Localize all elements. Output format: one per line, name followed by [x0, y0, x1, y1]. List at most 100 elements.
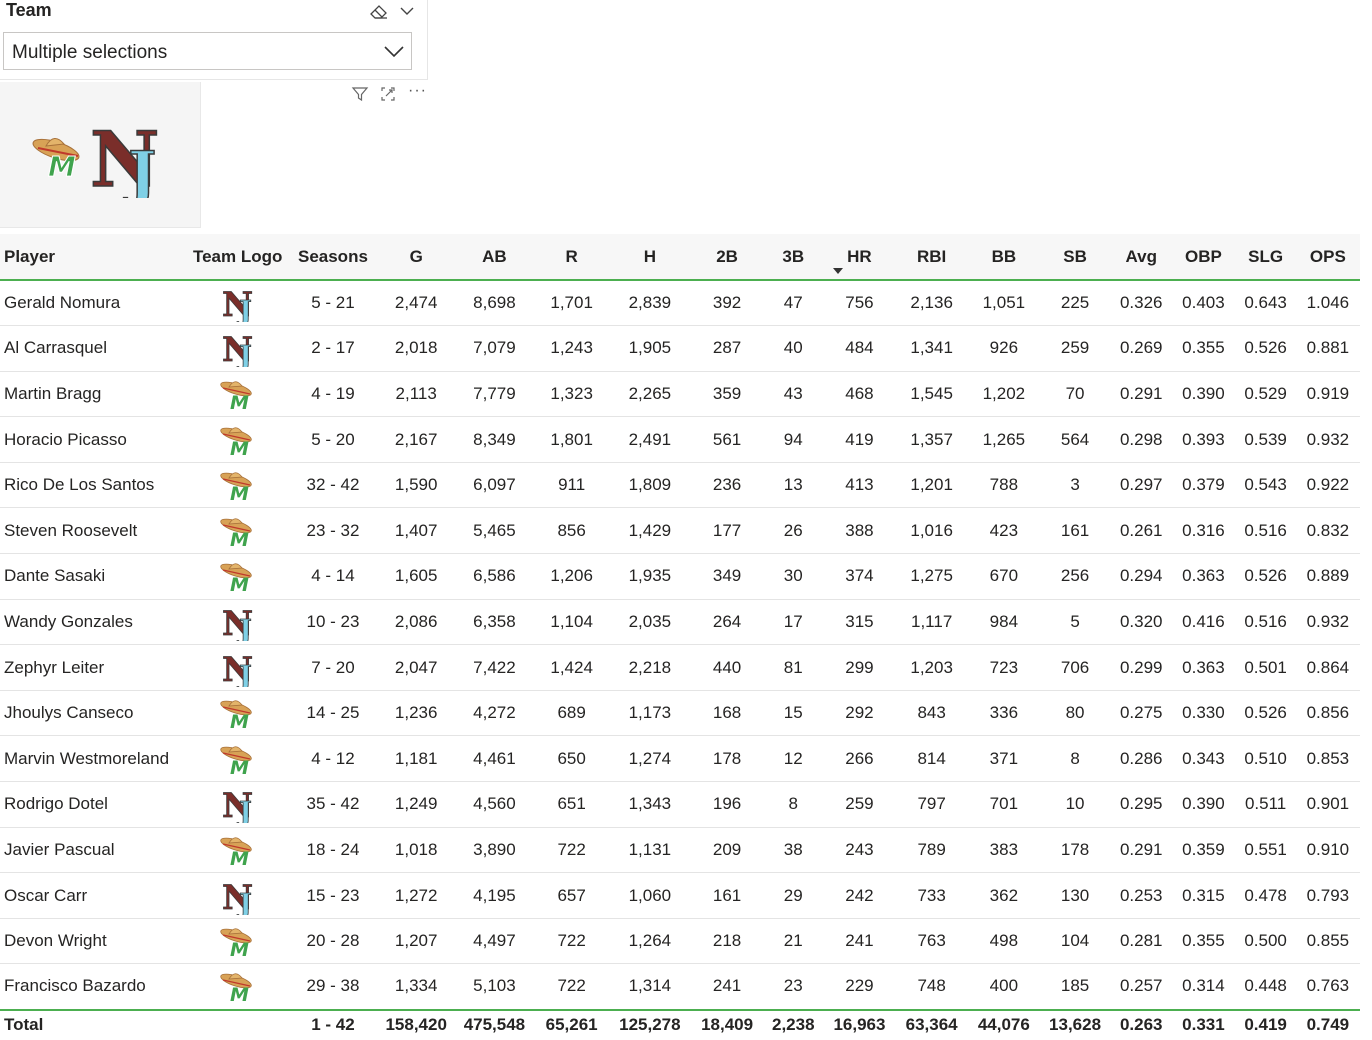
cell-ops: 0.793 [1295, 872, 1360, 919]
cell-player: Wandy Gonzales [0, 599, 189, 646]
team-logo-cell: M [188, 963, 287, 1010]
cell-b2: 287 [691, 325, 763, 372]
cell-sb: 564 [1038, 416, 1112, 463]
column-header-seasons[interactable]: Seasons [286, 234, 380, 281]
cell-b2: 392 [691, 280, 763, 327]
m-sombrero-team-logo: M [219, 426, 252, 457]
svg-text:M: M [230, 984, 249, 1003]
column-header-sb[interactable]: SB [1038, 234, 1112, 281]
cell-slg: 0.526 [1235, 553, 1296, 600]
cell-player: Rico De Los Santos [0, 462, 189, 509]
column-header-slg[interactable]: SLG [1235, 234, 1296, 281]
more-options-icon[interactable]: ··· [408, 82, 427, 100]
cell-ab: 5,103 [453, 963, 536, 1010]
column-header-3b[interactable]: 3B [762, 234, 825, 281]
cell-sb: 5 [1038, 599, 1112, 646]
column-header-player[interactable]: Player [0, 234, 189, 281]
total-r: 65,261 [535, 1008, 608, 1040]
column-header-g[interactable]: G [379, 234, 454, 281]
cell-hr: 259 [824, 781, 895, 828]
cell-b2: 561 [691, 416, 763, 463]
table-row[interactable]: Wandy Gonzales N J 10 - 23 2,086 6,358 1,104 2,… [0, 599, 1360, 646]
cell-obp: 0.379 [1171, 462, 1236, 509]
team-logo-cell: NJ [188, 280, 287, 327]
cell-player: Gerald Nomura [0, 280, 189, 327]
cell-g: 2,474 [379, 280, 454, 327]
cell-g: 2,113 [379, 371, 454, 418]
total-avg: 0.263 [1111, 1008, 1172, 1040]
nj-team-logo: NJ [221, 877, 253, 914]
team-logo-cell: M [188, 827, 287, 874]
cell-obp: 0.355 [1171, 325, 1236, 372]
table-row[interactable]: Zephyr Leiter N J 7 - 20 2,047 7,422 1,424 2,21… [0, 644, 1360, 691]
cell-r: 1,243 [535, 325, 608, 372]
cell-rbi: 843 [894, 690, 969, 737]
table-row[interactable]: Dante Sasaki M 4 - 14 1,605 6,586 1,206 1,935 3… [0, 553, 1360, 600]
column-header-hr[interactable]: HR [824, 234, 895, 281]
svg-text:J: J [237, 797, 252, 823]
sort-descending-icon[interactable] [832, 267, 844, 275]
svg-text:M: M [230, 757, 249, 776]
table-row[interactable]: Javier Pascual M 18 - 24 1,018 3,890 722 1,131… [0, 827, 1360, 874]
cell-avg: 0.281 [1111, 918, 1172, 965]
cell-seasons: 7 - 20 [286, 644, 380, 691]
cell-bb: 788 [968, 462, 1039, 509]
table-row[interactable]: Devon Wright M 20 - 28 1,207 4,497 722 1,264 21… [0, 918, 1360, 965]
cell-r: 689 [535, 690, 608, 737]
cell-obp: 0.363 [1171, 644, 1236, 691]
column-header-rbi[interactable]: RBI [894, 234, 969, 281]
cell-h: 1,173 [607, 690, 692, 737]
table-row[interactable]: Rodrigo Dotel N J 35 - 42 1,249 4,560 651 1,343… [0, 781, 1360, 828]
cell-g: 1,590 [379, 462, 454, 509]
team-logo-cell: NJ [188, 644, 287, 691]
column-header-r[interactable]: R [535, 234, 608, 281]
table-row[interactable]: Al Carrasquel N J 2 - 17 2,018 7,079 1,243 1,90… [0, 325, 1360, 372]
total-ab: 475,548 [453, 1008, 536, 1040]
cell-sb: 178 [1038, 827, 1112, 874]
cell-r: 856 [535, 507, 608, 555]
cell-rbi: 1,357 [894, 416, 969, 463]
column-header-h[interactable]: H [607, 234, 692, 281]
cell-avg: 0.320 [1111, 599, 1172, 646]
cell-g: 1,407 [379, 507, 454, 555]
table-row[interactable]: Marvin Westmoreland M 4 - 12 1,181 4,461 650 1… [0, 735, 1360, 783]
table-row[interactable]: Francisco Bazardo M 29 - 38 1,334 5,103 722 1,… [0, 963, 1360, 1010]
cell-player: Oscar Carr [0, 872, 189, 919]
cell-b2: 196 [691, 781, 763, 828]
table-row[interactable]: Oscar Carr N J 15 - 23 1,272 4,195 657 1,060 161… [0, 872, 1360, 919]
filter-icon[interactable] [351, 86, 369, 107]
cell-player: Steven Roosevelt [0, 507, 189, 555]
column-header-team-logo[interactable]: Team Logo [188, 234, 287, 281]
column-header-bb[interactable]: BB [968, 234, 1039, 281]
table-row[interactable]: Horacio Picasso M 5 - 20 2,167 8,349 1,801 2,4… [0, 416, 1360, 463]
column-header-ab[interactable]: AB [453, 234, 536, 281]
table-row[interactable]: Steven Roosevelt M 23 - 32 1,407 5,465 856 1,4… [0, 507, 1360, 555]
eraser-icon[interactable] [368, 2, 390, 20]
team-dropdown[interactable]: Multiple selections [3, 32, 412, 70]
chevron-down-icon[interactable] [398, 2, 416, 20]
column-header-ops[interactable]: OPS [1295, 234, 1360, 281]
focus-mode-icon[interactable] [380, 86, 396, 107]
cell-ab: 4,560 [453, 781, 536, 828]
table-row[interactable]: Gerald Nomura N J 5 - 21 2,474 8,698 1,701 2,83… [0, 280, 1360, 327]
column-header-2b[interactable]: 2B [691, 234, 763, 281]
cell-bb: 362 [968, 872, 1039, 919]
cell-h: 1,264 [607, 918, 692, 965]
cell-seasons: 2 - 17 [286, 325, 380, 372]
cell-rbi: 1,203 [894, 644, 969, 691]
cell-hr: 374 [824, 553, 895, 600]
column-header-obp[interactable]: OBP [1171, 234, 1236, 281]
table-row[interactable]: Jhoulys Canseco M 14 - 25 1,236 4,272 689 1,17… [0, 690, 1360, 737]
cell-player: Horacio Picasso [0, 416, 189, 463]
column-header-avg[interactable]: Avg [1111, 234, 1172, 281]
cell-ops: 0.922 [1295, 462, 1360, 509]
table-row[interactable]: Martin Bragg M 4 - 19 2,113 7,779 1,323 2,265 3… [0, 371, 1360, 418]
cell-g: 1,207 [379, 918, 454, 965]
table-row[interactable]: Rico De Los Santos M 32 - 42 1,590 6,097 911 1… [0, 462, 1360, 509]
cell-slg: 0.526 [1235, 690, 1296, 737]
cell-avg: 0.275 [1111, 690, 1172, 737]
cell-rbi: 763 [894, 918, 969, 965]
cell-seasons: 29 - 38 [286, 963, 380, 1010]
cell-seasons: 5 - 21 [286, 280, 380, 327]
cell-ab: 7,779 [453, 371, 536, 418]
